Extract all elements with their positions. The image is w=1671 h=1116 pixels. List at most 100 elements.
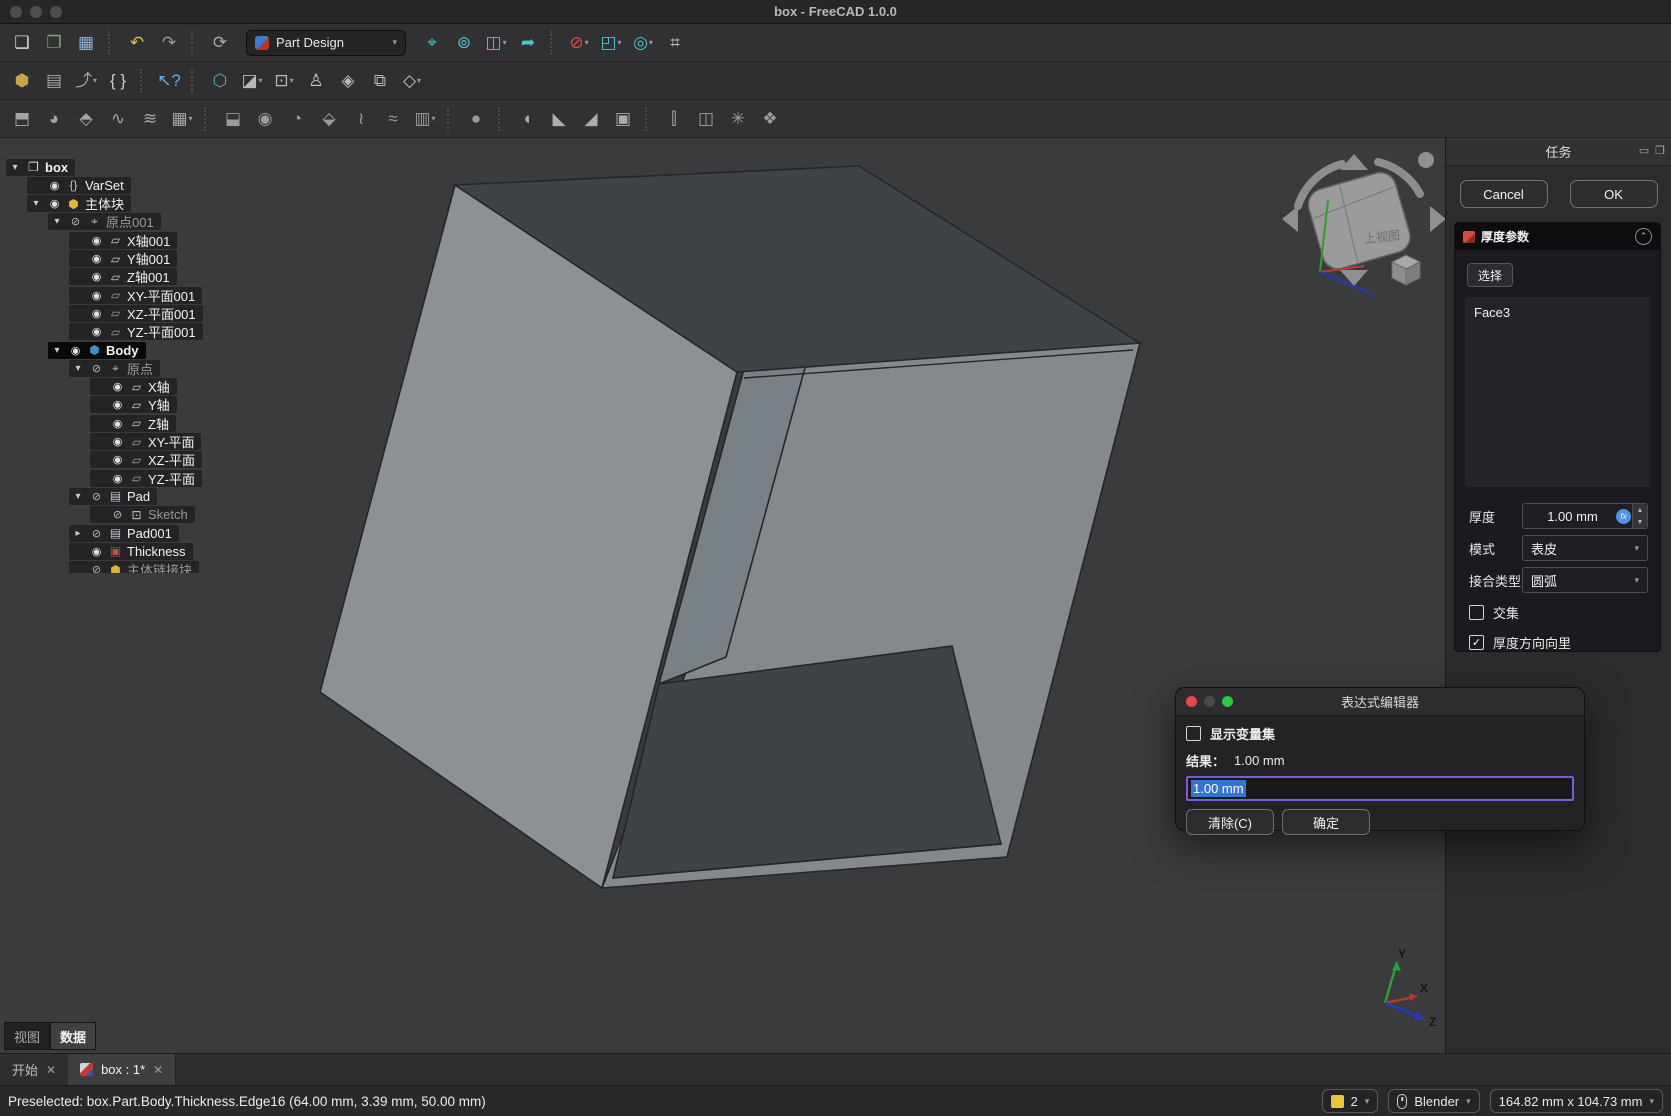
tree-item-XZ-平面[interactable]: ◉▱XZ-平面 [90,451,202,469]
document-tab-label[interactable]: 开始 [12,1060,38,1079]
tree-item-VarSet[interactable]: ◉{}VarSet [27,176,131,194]
close-tab-icon[interactable]: ✕ [153,1063,163,1077]
export-icon[interactable]: ⤴▾ [71,66,101,96]
tree-item-主体块[interactable]: ▾◉⬢主体块 [27,195,131,213]
create-sketch-icon[interactable]: ◪▾ [237,66,267,96]
panel-tab-视图[interactable]: 视图 [4,1022,50,1050]
go-to-linked-object-icon[interactable]: ➦ [513,28,543,58]
save-icon[interactable]: ▦ [71,28,101,58]
close-tab-icon[interactable]: ✕ [46,1063,56,1077]
tree-item-label[interactable]: Y轴 [148,395,170,414]
subtractive-loft-icon[interactable]: ⬙ [314,104,344,134]
tree-item-Z轴[interactable]: ◉▱Z轴 [90,414,176,432]
chevron-down-icon[interactable]: ▾ [417,76,421,85]
view-sphere-icon[interactable] [1418,152,1434,168]
document-tab-开始[interactable]: 开始 ✕ [0,1054,68,1085]
mode-dropdown[interactable]: 表皮 ▾ [1522,535,1648,561]
subtractive-pipe-icon[interactable]: ≀ [346,104,376,134]
shapebinder-icon[interactable]: ◈ [333,66,363,96]
chevron-down-icon[interactable]: ▾ [93,76,97,85]
selection-filter-icon[interactable]: ◰▾ [596,28,626,58]
visibility-eye-icon[interactable]: ◉ [110,398,125,411]
rotate-right-icon[interactable] [1430,206,1445,232]
selection-view-icon[interactable]: ◎▾ [628,28,658,58]
tree-item-Y轴[interactable]: ◉▱Y轴 [90,396,177,414]
thickness-parameters-header[interactable]: 厚度参数 ⌃ [1455,223,1660,250]
open-document-icon[interactable]: ❐ [39,28,69,58]
spinner-arrows[interactable]: ▲▼ [1632,504,1647,528]
tree-expand-icon[interactable]: ▾ [50,216,64,227]
navigation-style-selector[interactable]: Blender ▾ [1388,1089,1479,1113]
rotate-down-icon[interactable] [1340,270,1368,286]
confirm-button[interactable]: 确定 [1282,809,1370,835]
viewport-dimensions-selector[interactable]: 164.82 mm x 104.73 mm ▾ [1490,1089,1663,1113]
tree-item-X轴001[interactable]: ◉▱X轴001 [69,231,177,249]
additive-pipe-icon[interactable]: ∿ [103,104,133,134]
visibility-eye-icon[interactable]: ◉ [89,252,104,265]
measure-icon[interactable]: ⌗ [660,28,690,58]
datum-plane-icon[interactable]: ◇▾ [397,66,427,96]
create-body-icon[interactable]: ⬡ [205,66,235,96]
tree-item-label[interactable]: X轴001 [127,231,170,250]
tree-expand-icon[interactable]: ▾ [8,162,22,173]
tree-item-Z轴001[interactable]: ◉▱Z轴001 [69,268,177,286]
additive-helix-icon[interactable]: ≋ [135,104,165,134]
tree-item-Pad001[interactable]: ▸⊘▤Pad001 [69,524,179,542]
tree-item-label[interactable]: Y轴001 [127,249,170,268]
visibility-off-eye-icon[interactable]: ⊘ [89,362,104,375]
unchecked-checkbox[interactable] [1469,605,1484,620]
visibility-off-eye-icon[interactable]: ⊘ [110,508,125,521]
boolean-operation-icon[interactable]: ● [461,104,491,134]
part-design-solid-icon[interactable]: ⬢ [7,66,37,96]
tree-item-label[interactable]: XY-平面 [148,432,194,451]
thickness-value[interactable]: 1.00 mm [1523,509,1616,524]
tree-item-YZ-平面[interactable]: ◉▱YZ-平面 [90,469,202,487]
visibility-eye-icon[interactable]: ◉ [89,325,104,338]
tree-item-label[interactable]: Z轴001 [127,267,170,286]
panel-tab-数据[interactable]: 数据 [50,1022,96,1050]
collapse-section-icon[interactable]: ⌃ [1635,228,1652,245]
pad-icon[interactable]: ⬒ [7,104,37,134]
tree-item-label[interactable]: XZ-平面001 [127,304,196,323]
navigation-cube[interactable]: 上视图 [1280,148,1445,298]
tree-item-Body[interactable]: ▾◉⬢Body [48,341,146,359]
tree-expand-icon[interactable]: ▾ [71,491,85,502]
new-document-icon[interactable]: ❏ [7,28,37,58]
fillet-icon[interactable]: ◖ [512,104,542,134]
tree-item-label[interactable]: 主体链接块 [127,560,192,573]
visibility-eye-icon[interactable]: ◉ [89,545,104,558]
tree-item-label[interactable]: Body [106,343,139,358]
float-panel-icon[interactable]: ❐ [1655,144,1665,157]
join-type-dropdown[interactable]: 圆弧 ▾ [1522,567,1648,593]
mini-cube-icon[interactable] [1392,255,1420,285]
subtractive-helix-icon[interactable]: ≈ [378,104,408,134]
dialog-minimize-icon[interactable] [1204,696,1215,707]
fit-all-icon[interactable]: ⌖ [417,28,447,58]
additive-primitive-icon[interactable]: ▦▾ [167,104,197,134]
visibility-eye-icon[interactable]: ◉ [47,197,62,210]
tree-item-YZ-平面001[interactable]: ◉▱YZ-平面001 [69,323,203,341]
chevron-down-icon[interactable]: ▾ [432,114,436,123]
visibility-eye-icon[interactable]: ◉ [68,344,83,357]
document-tab-box : 1*[interactable]: box : 1*✕ [68,1054,176,1085]
draft-icon[interactable]: ◢ [576,104,606,134]
chevron-down-icon[interactable]: ▾ [259,76,263,85]
revolution-icon[interactable]: ◕ [39,104,69,134]
clear-button[interactable]: 清除(C) [1186,809,1274,835]
dock-panel-icon[interactable]: ▭ [1639,144,1649,157]
dialog-zoom-icon[interactable] [1222,696,1233,707]
tree-item-label[interactable]: XY-平面001 [127,286,195,305]
spin-up-icon[interactable]: ▲ [1633,504,1647,516]
visibility-eye-icon[interactable]: ◉ [110,435,125,448]
clipping-plane-icon[interactable]: ⊘▾ [564,28,594,58]
workbench-selector[interactable]: Part Design ▾ [246,30,406,56]
visibility-eye-icon[interactable]: ◉ [47,179,62,192]
tree-item-label[interactable]: 主体块 [85,194,124,213]
cancel-button[interactable]: Cancel [1460,180,1548,208]
tree-item-label[interactable]: Z轴 [148,414,169,433]
expression-input[interactable]: 1.00 mm [1186,776,1574,801]
visibility-eye-icon[interactable]: ◉ [89,289,104,302]
refresh-icon[interactable]: ⟳ [205,28,235,58]
undo-icon[interactable]: ↶ [122,28,152,58]
tree-item-label[interactable]: Thickness [127,544,186,559]
